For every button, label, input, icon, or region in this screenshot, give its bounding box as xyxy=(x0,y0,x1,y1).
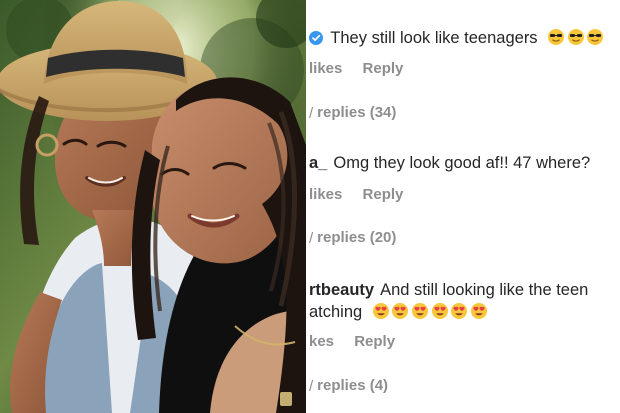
heart-eyes-emoji xyxy=(372,303,389,319)
comments-panel: They still look like teenagers likes Rep… xyxy=(309,0,620,413)
selfie-photo xyxy=(0,0,306,413)
comment-text-continued: atching xyxy=(309,303,363,321)
likes-button[interactable]: kes xyxy=(309,333,334,350)
replies-line-icon: / xyxy=(309,105,314,122)
reply-button[interactable]: Reply xyxy=(354,333,395,350)
likes-button[interactable]: likes xyxy=(309,60,342,77)
comment-3-line-1: rtbeauty And still looking like the teen xyxy=(309,280,588,300)
comment-username[interactable]: a_ xyxy=(309,154,327,172)
comment-3-line-2: atching xyxy=(309,302,488,322)
likes-button[interactable]: likes xyxy=(309,186,342,203)
comment-3-actions: kes Reply xyxy=(309,333,395,351)
reply-button[interactable]: Reply xyxy=(363,60,404,77)
comment-1-actions: likes Reply xyxy=(309,60,403,78)
view-replies-label[interactable]: replies (4) xyxy=(317,377,388,394)
comment-2: a_ Omg they look good af!! 47 where? xyxy=(309,153,590,173)
heart-eyes-emoji xyxy=(412,303,428,319)
comment-2-actions: likes Reply xyxy=(309,186,403,204)
emoji-group xyxy=(542,29,604,47)
replies-line-icon: / xyxy=(309,378,314,395)
sunglasses-emoji xyxy=(567,29,584,45)
emoji-group xyxy=(367,303,488,321)
verified-badge-icon xyxy=(309,30,323,45)
comment-text: They still look like teenagers xyxy=(330,29,538,47)
view-replies-label[interactable]: replies (20) xyxy=(317,229,396,246)
sunglasses-emoji xyxy=(548,29,565,45)
reply-button[interactable]: Reply xyxy=(363,186,404,203)
heart-eyes-emoji xyxy=(392,303,409,319)
view-replies-label[interactable]: replies (34) xyxy=(317,104,396,121)
comment-text: Omg they look good af!! 47 where? xyxy=(333,154,591,172)
replies-line-icon: / xyxy=(309,230,314,247)
view-replies-2[interactable]: / replies (20) xyxy=(309,229,396,247)
sunglasses-emoji xyxy=(587,29,604,45)
comment-1: They still look like teenagers xyxy=(309,28,604,48)
heart-eyes-emoji xyxy=(431,303,448,319)
view-replies-1[interactable]: / replies (34) xyxy=(309,104,396,122)
comment-username[interactable]: rtbeauty xyxy=(309,281,374,299)
photo-panel xyxy=(0,0,306,413)
heart-eyes-emoji xyxy=(451,303,468,319)
view-replies-3[interactable]: / replies (4) xyxy=(309,377,388,395)
comment-text: And still looking like the teen xyxy=(380,281,589,299)
heart-eyes-emoji xyxy=(470,303,487,319)
screenshot-canvas: They still look like teenagers likes Rep… xyxy=(0,0,620,413)
